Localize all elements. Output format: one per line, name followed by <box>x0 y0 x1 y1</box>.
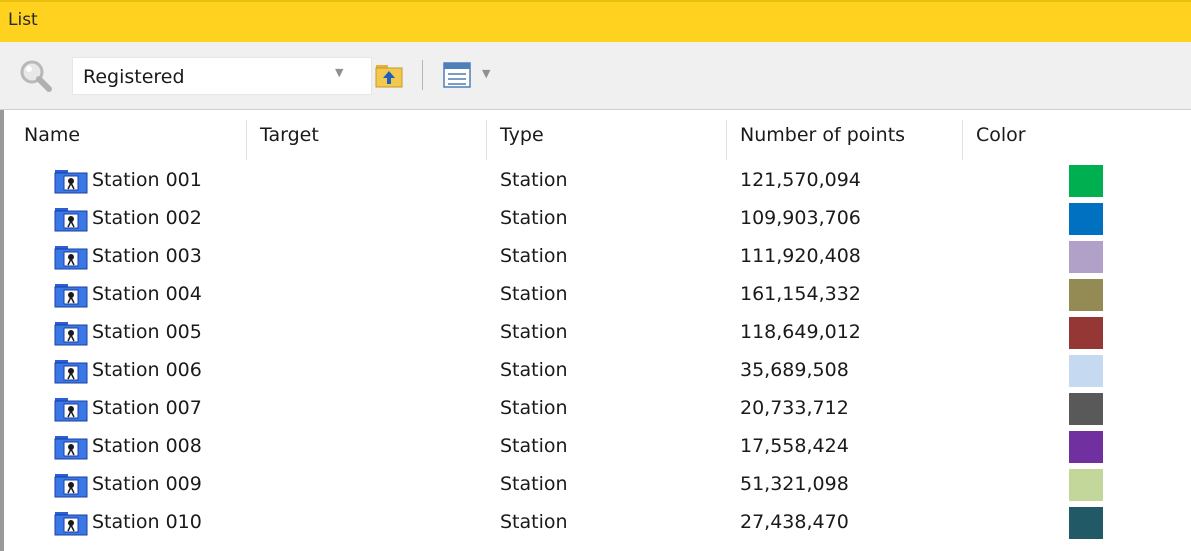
station-name: Station 004 <box>92 283 202 305</box>
column-header-target[interactable]: Target <box>250 110 486 162</box>
station-folder-icon <box>54 436 88 460</box>
list-item[interactable]: Station 007 Station 20,733,712 <box>0 390 1191 428</box>
column-header-label: Number of points <box>740 124 906 146</box>
station-point-count: 118,649,012 <box>740 321 861 343</box>
station-type: Station <box>500 169 568 191</box>
toolbar-separator <box>422 60 423 90</box>
folder-up-icon[interactable] <box>375 62 403 88</box>
station-type: Station <box>500 435 568 457</box>
color-swatch[interactable] <box>1069 469 1103 501</box>
list-item[interactable]: Station 001 Station 121,570,094 <box>0 162 1191 200</box>
list-item[interactable]: Station 008 Station 17,558,424 <box>0 428 1191 466</box>
search-icon[interactable] <box>18 58 54 94</box>
view-options-icon[interactable] <box>443 61 471 89</box>
chevron-down-icon[interactable]: ▼ <box>335 66 343 79</box>
column-header-type[interactable]: Type <box>490 110 726 162</box>
station-folder-icon <box>54 474 88 498</box>
station-type: Station <box>500 283 568 305</box>
station-folder-icon <box>54 208 88 232</box>
station-point-count: 161,154,332 <box>740 283 861 305</box>
station-folder-icon <box>54 322 88 346</box>
station-name: Station 010 <box>92 511 202 533</box>
station-name: Station 007 <box>92 397 202 419</box>
column-header-label: Target <box>260 124 319 146</box>
station-name: Station 001 <box>92 169 202 191</box>
station-name: Station 005 <box>92 321 202 343</box>
station-name: Station 006 <box>92 359 202 381</box>
list-item[interactable]: Station 006 Station 35,689,508 <box>0 352 1191 390</box>
window-title: List <box>8 10 38 30</box>
color-swatch[interactable] <box>1069 431 1103 463</box>
station-name: Station 009 <box>92 473 202 495</box>
column-header-label: Type <box>500 124 544 146</box>
color-swatch[interactable] <box>1069 165 1103 197</box>
color-swatch[interactable] <box>1069 203 1103 235</box>
station-point-count: 27,438,470 <box>740 511 849 533</box>
station-folder-icon <box>54 284 88 308</box>
list-item[interactable]: Station 010 Station 27,438,470 <box>0 504 1191 542</box>
station-folder-icon <box>54 398 88 422</box>
color-swatch[interactable] <box>1069 507 1103 539</box>
column-divider[interactable] <box>726 120 727 160</box>
station-name: Station 002 <box>92 207 202 229</box>
station-type: Station <box>500 207 568 229</box>
station-point-count: 111,920,408 <box>740 245 861 267</box>
column-divider[interactable] <box>246 120 247 160</box>
station-folder-icon <box>54 246 88 270</box>
column-divider[interactable] <box>486 120 487 160</box>
color-swatch[interactable] <box>1069 393 1103 425</box>
station-folder-icon <box>54 170 88 194</box>
list-item[interactable]: Station 009 Station 51,321,098 <box>0 466 1191 504</box>
chevron-down-icon[interactable]: ▼ <box>482 67 490 80</box>
station-type: Station <box>500 245 568 267</box>
station-folder-icon <box>54 360 88 384</box>
list-item[interactable]: Station 003 Station 111,920,408 <box>0 238 1191 276</box>
color-swatch[interactable] <box>1069 241 1103 273</box>
station-type: Station <box>500 511 568 533</box>
column-header-number-of-points[interactable]: Number of points <box>730 110 962 162</box>
column-header-label: Color <box>976 124 1026 146</box>
column-header-label: Name <box>24 124 81 146</box>
list-header: Name Target Type Number of points Color <box>0 110 1191 162</box>
column-header-color[interactable]: Color <box>966 110 1166 162</box>
list-item[interactable]: Station 002 Station 109,903,706 <box>0 200 1191 238</box>
color-swatch[interactable] <box>1069 355 1103 387</box>
station-type: Station <box>500 321 568 343</box>
filter-combobox[interactable]: Registered <box>72 57 372 95</box>
station-type: Station <box>500 473 568 495</box>
title-bar: List <box>0 0 1191 42</box>
station-name: Station 008 <box>92 435 202 457</box>
station-type: Station <box>500 359 568 381</box>
color-swatch[interactable] <box>1069 317 1103 349</box>
station-point-count: 35,689,508 <box>740 359 849 381</box>
filter-combobox-value: Registered <box>83 66 185 88</box>
station-point-count: 121,570,094 <box>740 169 861 191</box>
station-point-count: 17,558,424 <box>740 435 849 457</box>
toolbar: Registered ▼ ▼ <box>0 42 1191 110</box>
column-header-name[interactable]: Name <box>14 110 246 162</box>
station-point-count: 109,903,706 <box>740 207 861 229</box>
station-name: Station 003 <box>92 245 202 267</box>
station-point-count: 20,733,712 <box>740 397 849 419</box>
column-divider[interactable] <box>962 120 963 160</box>
color-swatch[interactable] <box>1069 279 1103 311</box>
list-item[interactable]: Station 004 Station 161,154,332 <box>0 276 1191 314</box>
list-item[interactable]: Station 005 Station 118,649,012 <box>0 314 1191 352</box>
station-type: Station <box>500 397 568 419</box>
station-point-count: 51,321,098 <box>740 473 849 495</box>
station-folder-icon <box>54 512 88 536</box>
